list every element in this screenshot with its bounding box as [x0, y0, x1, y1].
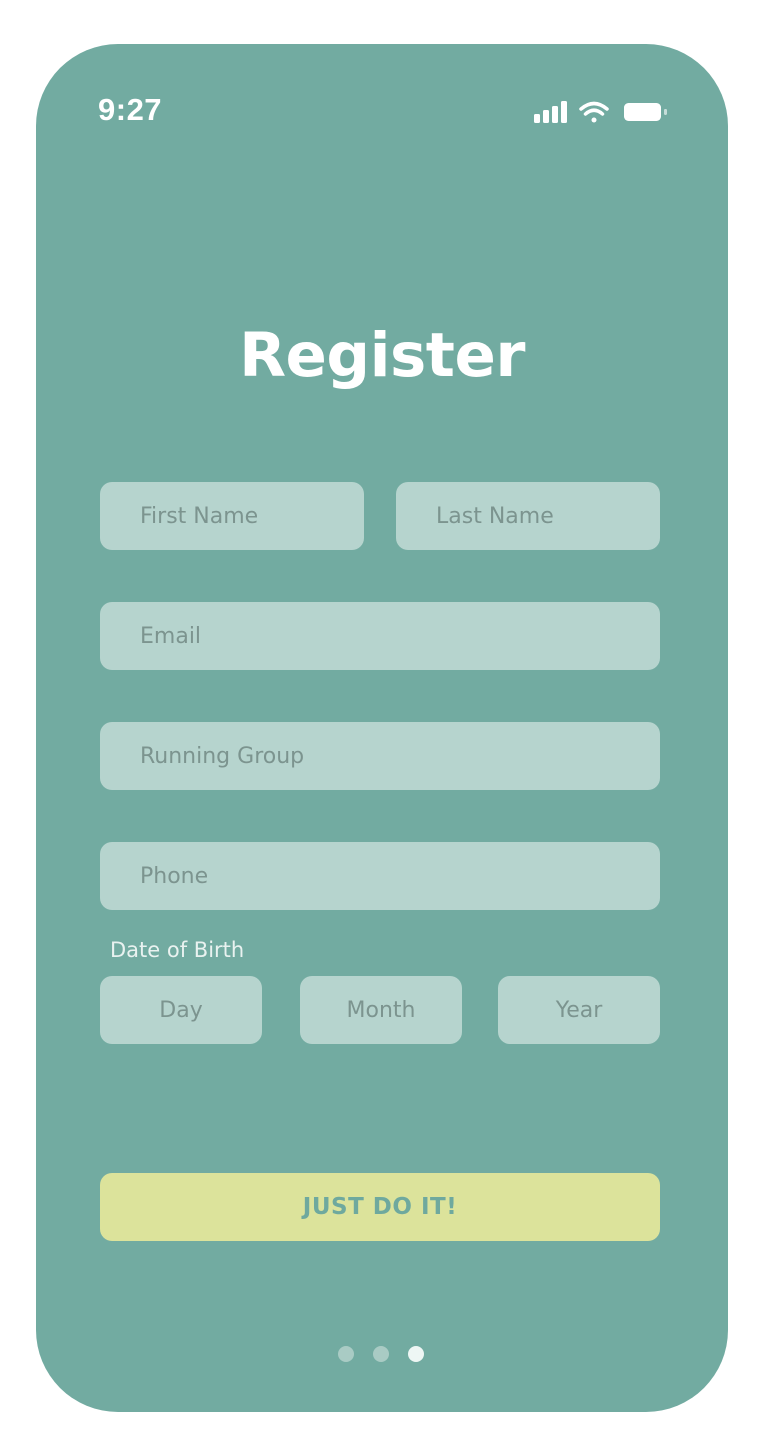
- date-of-birth-label: Date of Birth: [110, 938, 245, 962]
- email-input[interactable]: [100, 602, 660, 670]
- signal-icon: [534, 101, 567, 123]
- dob-month-input[interactable]: [300, 976, 462, 1044]
- first-name-input[interactable]: [100, 482, 364, 550]
- dob-year-input[interactable]: [498, 976, 660, 1044]
- page-dot[interactable]: [373, 1346, 389, 1362]
- dob-month-field[interactable]: [300, 976, 462, 1044]
- page-dot[interactable]: [338, 1346, 354, 1362]
- running-group-field[interactable]: [100, 722, 660, 790]
- last-name-input[interactable]: [396, 482, 660, 550]
- page-dot-active[interactable]: [408, 1346, 424, 1362]
- email-field[interactable]: [100, 602, 660, 670]
- status-icons: [534, 100, 670, 126]
- phone-input[interactable]: [100, 842, 660, 910]
- dob-day-field[interactable]: [100, 976, 262, 1044]
- phone-field[interactable]: [100, 842, 660, 910]
- phone-screen: 9:27 Register First Name Last Name Email…: [36, 44, 728, 1412]
- running-group-input[interactable]: [100, 722, 660, 790]
- page-indicator: [338, 1346, 424, 1362]
- wifi-icon: [579, 101, 609, 123]
- submit-button[interactable]: JUST DO IT!: [100, 1173, 660, 1241]
- last-name-field[interactable]: [396, 482, 660, 550]
- page-title: Register: [239, 320, 525, 391]
- status-time: 9:27: [98, 92, 163, 127]
- battery-icon: [624, 103, 667, 121]
- dob-year-field[interactable]: [498, 976, 660, 1044]
- dob-day-input[interactable]: [100, 976, 262, 1044]
- first-name-field[interactable]: [100, 482, 364, 550]
